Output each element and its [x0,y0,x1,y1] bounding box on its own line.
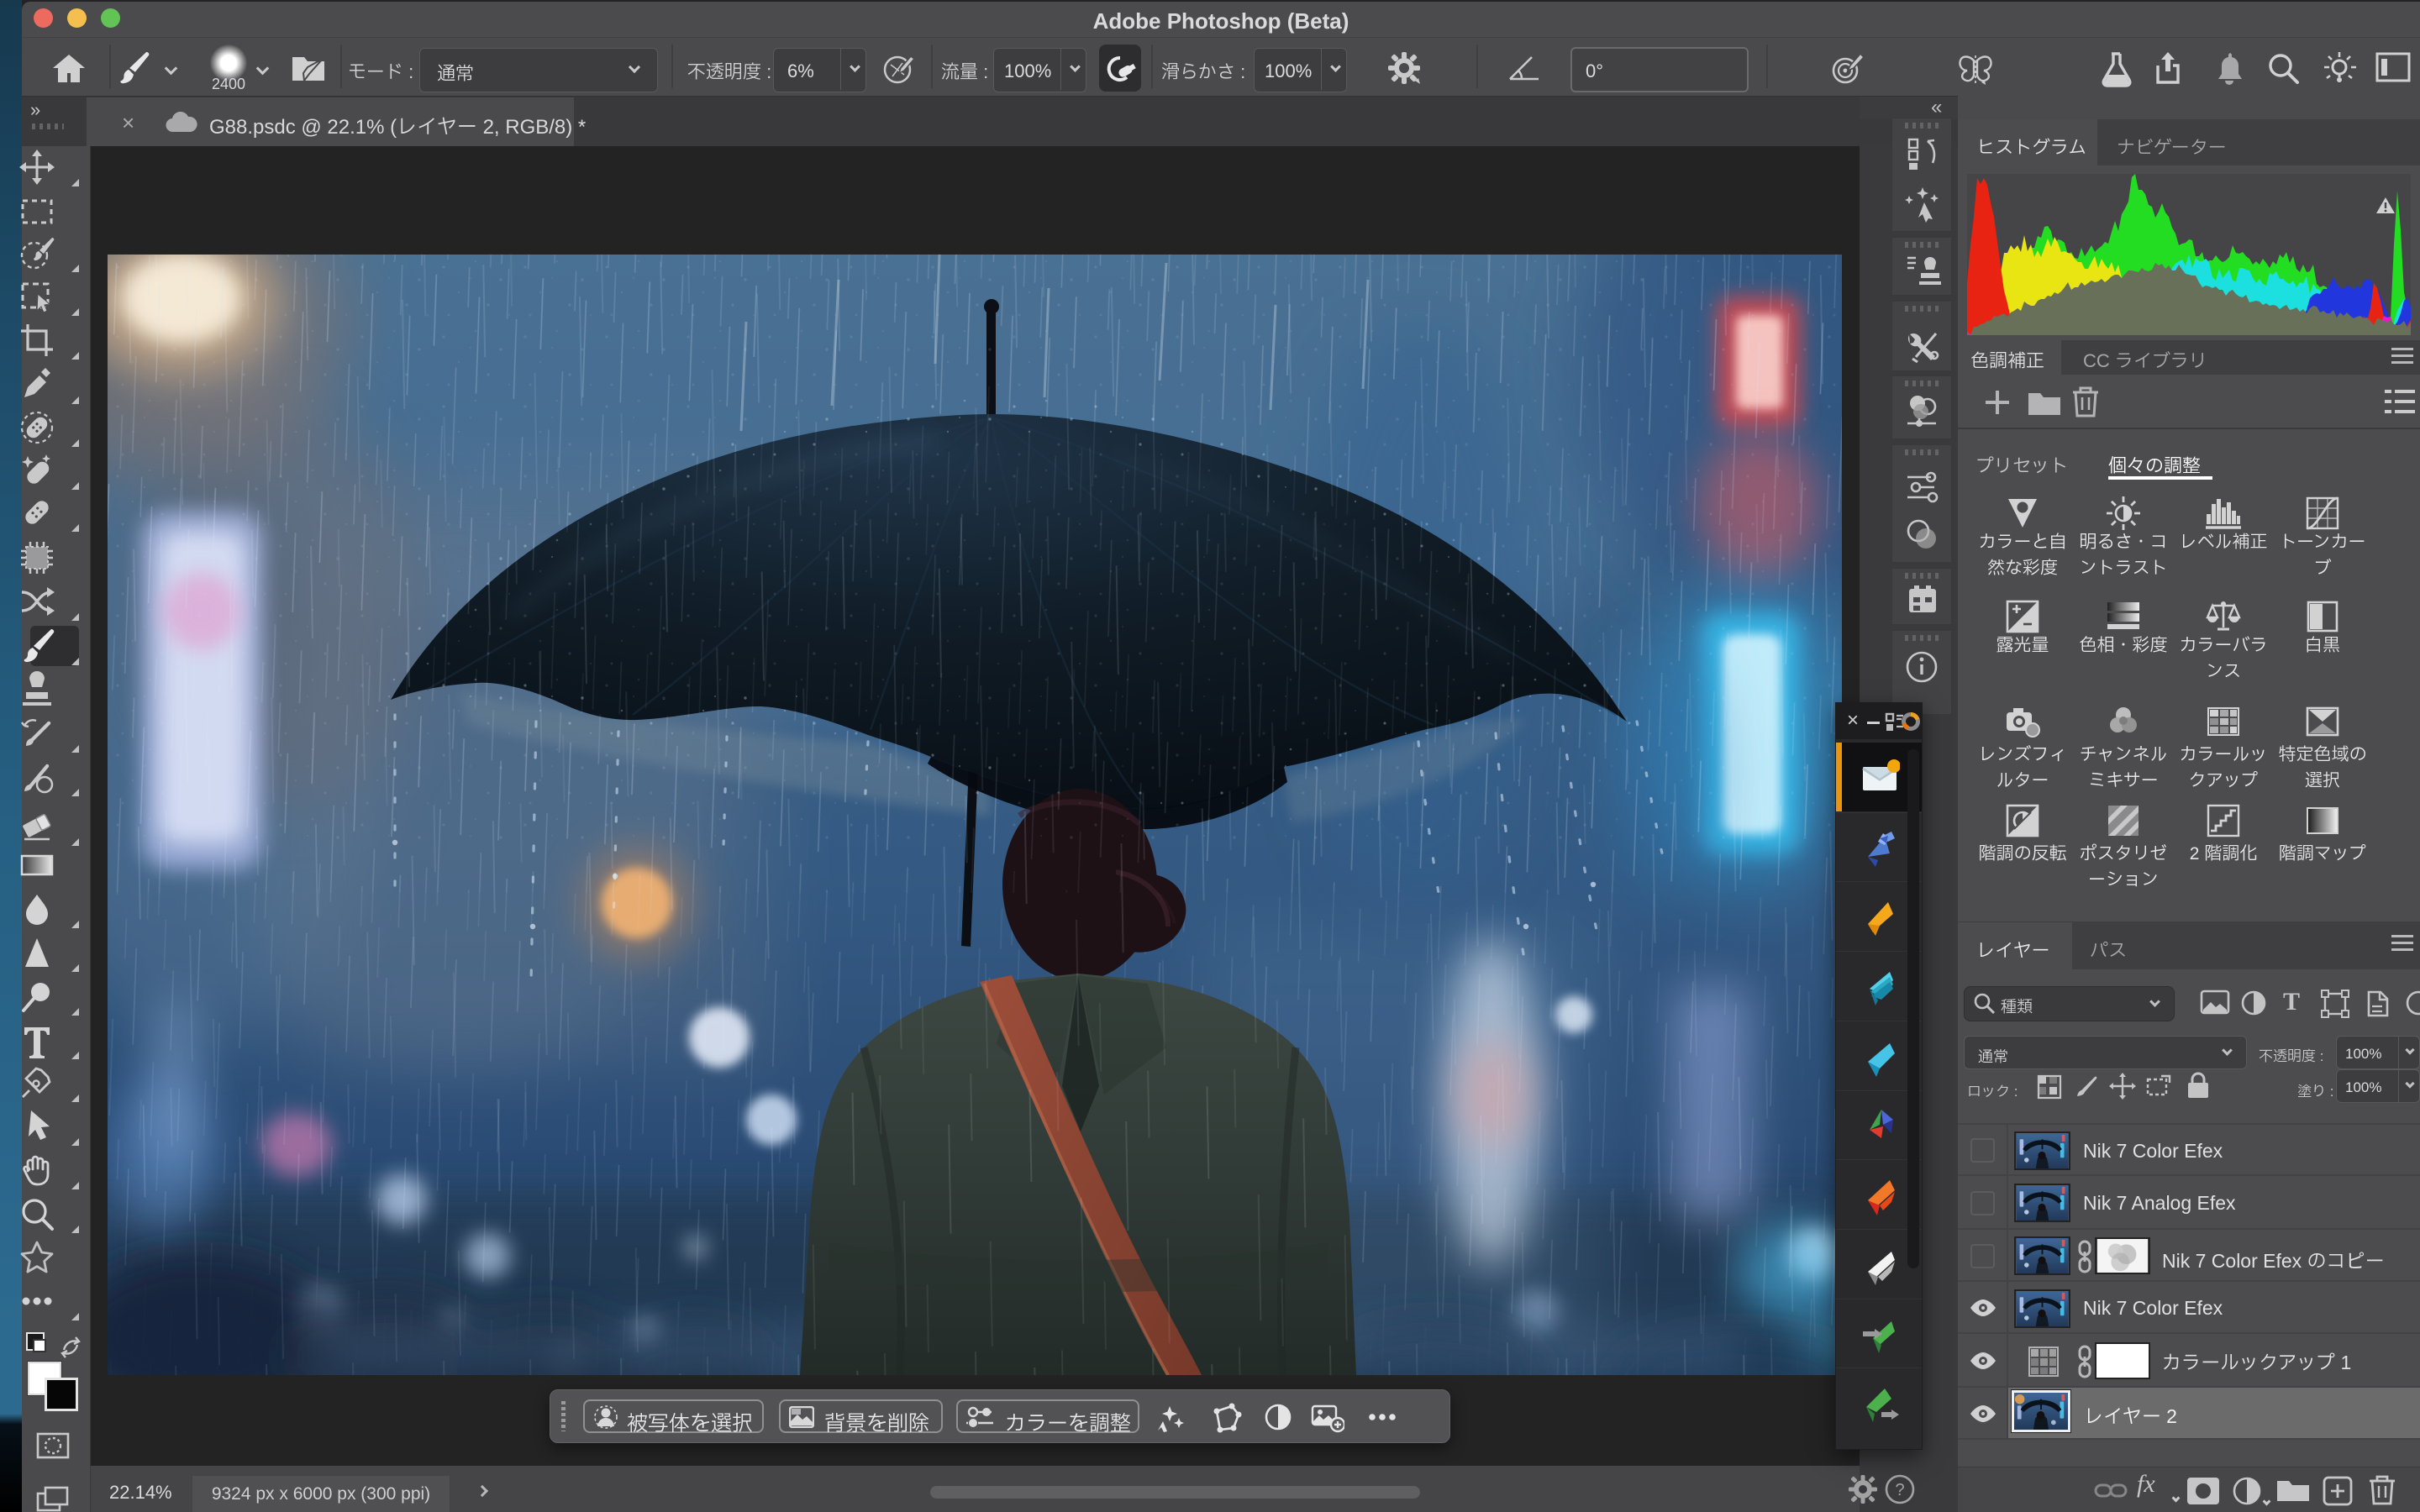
svg-text:?: ? [1895,1481,1904,1499]
